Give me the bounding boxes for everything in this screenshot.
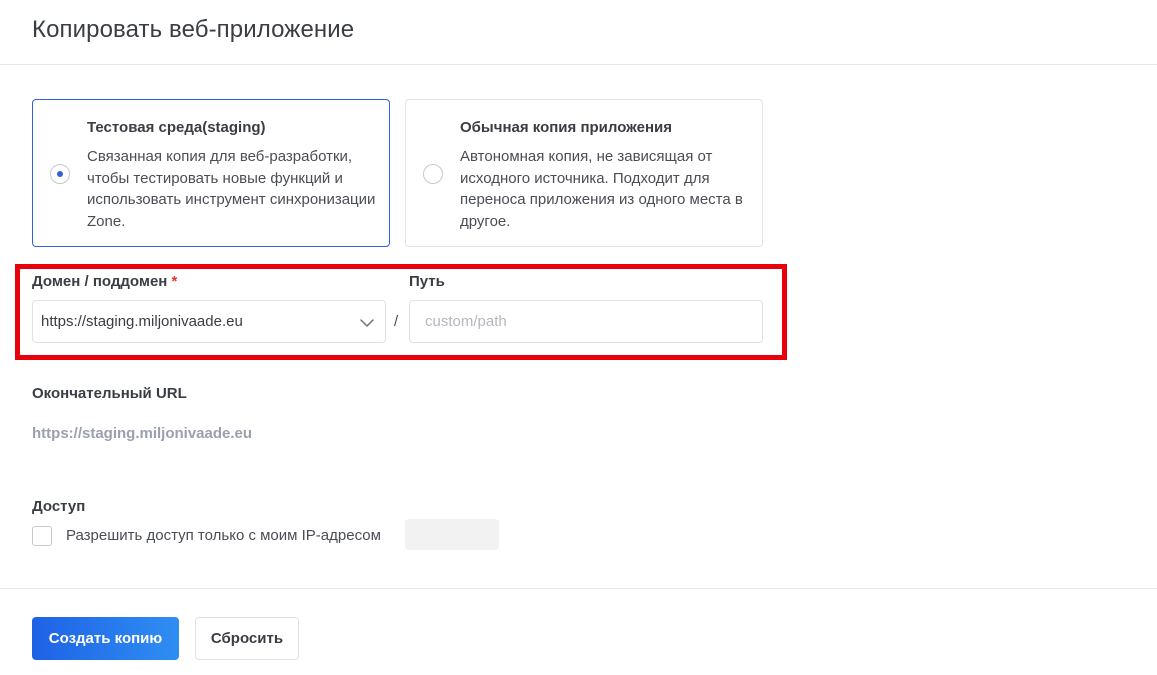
final-url-value: https://staging.miljonivaade.eu bbox=[32, 425, 253, 442]
option-description-plain-copy: Автономная копия, не зависящая от исходн… bbox=[460, 148, 743, 230]
domain-label: Домен / поддомен * bbox=[32, 273, 177, 290]
reset-button[interactable]: Сбросить bbox=[195, 617, 299, 660]
option-title-plain-copy: Обычная копия приложения bbox=[460, 119, 672, 136]
path-label: Путь bbox=[409, 273, 445, 290]
option-description-staging: Связанная копия для веб-разработки, чтоб… bbox=[87, 148, 376, 230]
access-label: Доступ bbox=[32, 498, 86, 515]
ip-address-redacted bbox=[405, 519, 499, 550]
option-card-staging[interactable]: Тестовая среда(staging) Связанная копия … bbox=[32, 99, 390, 247]
path-separator: / bbox=[394, 313, 399, 330]
option-title-staging: Тестовая среда(staging) bbox=[87, 119, 266, 136]
option-card-plain-copy[interactable]: Обычная копия приложения Автономная копи… bbox=[405, 99, 763, 247]
domain-select-value: https://staging.miljonivaade.eu bbox=[41, 313, 243, 330]
domain-select[interactable]: https://staging.miljonivaade.eu bbox=[32, 300, 386, 343]
domain-label-text: Домен / поддомен bbox=[32, 273, 168, 290]
create-copy-button[interactable]: Создать копию bbox=[32, 617, 179, 660]
final-url-label: Окончательный URL bbox=[32, 385, 187, 402]
chevron-down-icon bbox=[360, 319, 374, 327]
path-input[interactable] bbox=[409, 300, 763, 343]
page-header: Копировать веб-приложение bbox=[0, 0, 1157, 65]
radio-staging[interactable] bbox=[50, 164, 70, 184]
ip-restriction-label: Разрешить доступ только с моим IP-адресо… bbox=[66, 527, 381, 544]
radio-plain-copy[interactable] bbox=[423, 164, 443, 184]
footer-divider bbox=[0, 588, 1157, 589]
required-mark: * bbox=[171, 273, 178, 290]
ip-restriction-checkbox[interactable] bbox=[32, 526, 52, 546]
page-title: Копировать веб-приложение bbox=[32, 16, 355, 43]
